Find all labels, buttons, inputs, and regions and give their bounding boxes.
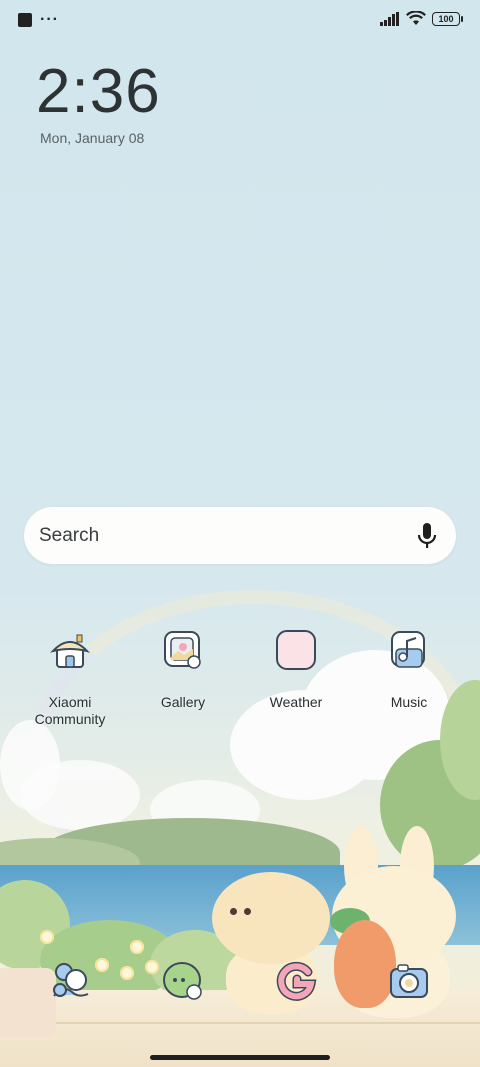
navigation-handle[interactable]	[150, 1055, 330, 1060]
clock-date[interactable]: Mon, January 08	[40, 130, 144, 146]
camera-icon[interactable]	[386, 958, 432, 1004]
app-label-line1: Xiaomi	[48, 694, 92, 710]
search-bar[interactable]: Search	[24, 507, 456, 564]
app-label: Gallery	[160, 694, 206, 710]
contacts-icon[interactable]	[48, 958, 94, 1004]
google-icon[interactable]	[273, 958, 319, 1004]
notification-app-icon	[18, 13, 32, 27]
app-weather[interactable]: Weather	[246, 627, 346, 711]
app-music[interactable]: Music	[359, 627, 459, 711]
status-bar: ··· 100	[0, 0, 480, 42]
messages-icon[interactable]	[160, 958, 206, 1004]
weather-icon	[276, 630, 316, 670]
more-notifications-icon: ···	[40, 11, 59, 28]
microphone-icon[interactable]	[416, 522, 438, 550]
app-label: Music	[390, 694, 428, 710]
search-placeholder: Search	[39, 525, 100, 546]
app-gallery[interactable]: Gallery	[133, 627, 233, 711]
clock-time[interactable]: 2:36	[36, 56, 161, 127]
app-xiaomi-community[interactable]: Xiaomi Community	[20, 627, 120, 728]
gallery-icon	[164, 631, 201, 669]
app-label: Weather	[269, 694, 323, 710]
house-icon	[49, 634, 91, 668]
music-icon	[391, 631, 425, 668]
battery-icon: 100	[432, 11, 463, 26]
wifi-icon	[406, 11, 426, 25]
signal-icon	[380, 11, 399, 26]
app-label-line2: Community	[34, 711, 106, 727]
